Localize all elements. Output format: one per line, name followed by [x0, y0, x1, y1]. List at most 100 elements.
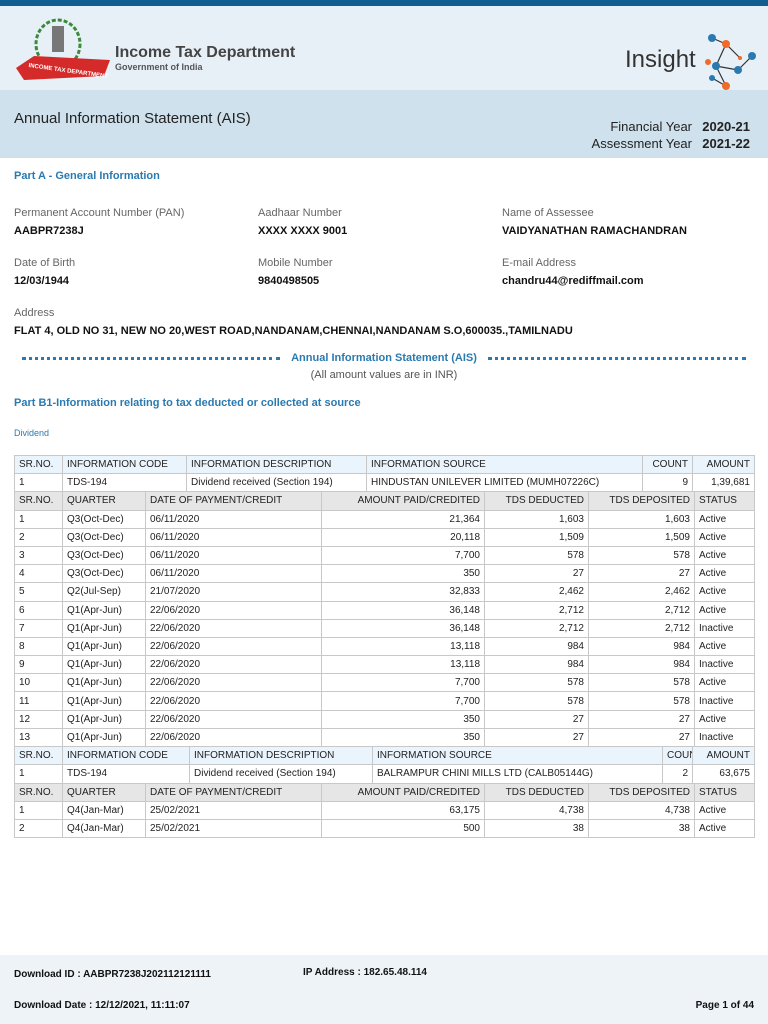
table-cell: 06/11/2020 — [145, 564, 322, 584]
table-header-row: SR.NO. QUARTER DATE OF PAYMENT/CREDIT AMOUN… — [14, 782, 755, 802]
table-row: 12 Q1(Apr-Jun) 22/06/2020 350 27 27 Active — [14, 709, 755, 729]
table-cell: 4 — [14, 564, 63, 584]
table-cell: 578 — [484, 545, 589, 566]
table-row: 1 TDS-194 Dividend received (Section 194) H… — [14, 473, 755, 493]
table-cell: AMOUNT — [692, 746, 755, 766]
table-cell: Active — [694, 545, 755, 566]
table-cell: DATE OF PAYMENT/CREDIT — [145, 782, 322, 802]
table-cell: TDS DEDUCTED — [484, 491, 589, 511]
table-cell: STATUS — [694, 491, 755, 511]
ay-value: 2021-22 — [702, 136, 750, 151]
table-cell: 578 — [484, 691, 589, 711]
address-value: FLAT 4, OLD NO 31, NEW NO 20,WEST ROAD,N… — [14, 325, 573, 337]
financial-year: Financial Year 2020-21 — [610, 119, 750, 134]
table-cell: 578 — [588, 691, 695, 711]
table-cell: Q1(Apr-Jun) — [62, 673, 146, 693]
table-cell: 578 — [484, 673, 589, 693]
table-cell: 2,712 — [484, 600, 589, 620]
divider-subtitle: (All amount values are in INR) — [310, 369, 458, 381]
table-cell: DATE OF PAYMENT/CREDIT — [145, 491, 322, 511]
table-cell: Q1(Apr-Jun) — [62, 709, 146, 729]
table-cell: 7,700 — [321, 673, 485, 693]
table-cell: Q1(Apr-Jun) — [62, 618, 146, 638]
table-row: 1 TDS-194 Dividend received (Section 194) B… — [14, 764, 755, 784]
table-cell: AMOUNT — [692, 454, 755, 475]
table-cell: 8 — [14, 636, 63, 657]
table-cell: 38 — [484, 818, 589, 839]
pan-value: AABPR7238J — [14, 225, 84, 237]
table-cell: Active — [694, 709, 755, 729]
mobile-label: Mobile Number — [258, 257, 333, 269]
table-cell: Inactive — [694, 618, 755, 638]
table-cell: 9 — [14, 655, 63, 675]
ip-address: IP Address : 182.65.48.114 — [303, 967, 427, 978]
table-cell: COUNT — [642, 454, 693, 475]
table-cell: QUARTER — [62, 491, 146, 511]
table-cell: INFORMATION DESCRIPTION — [186, 454, 367, 475]
table-cell: 22/06/2020 — [145, 618, 322, 638]
table-cell: 27 — [588, 709, 695, 729]
table-cell: 1,39,681 — [692, 473, 755, 493]
table-cell: 1 — [14, 509, 63, 529]
table-cell: 984 — [484, 636, 589, 657]
address-label: Address — [14, 307, 55, 319]
email-label: E-mail Address — [502, 257, 576, 269]
table-cell: 38 — [588, 818, 695, 839]
table-header-row: SR.NO. INFORMATION CODE INFORMATION DESCRI… — [14, 746, 755, 766]
table-cell: 1,509 — [588, 527, 695, 547]
table-cell: 36,148 — [321, 600, 485, 620]
table-cell: Active — [694, 564, 755, 584]
table-cell: 12 — [14, 709, 63, 729]
department-name: Income Tax Department — [115, 44, 296, 61]
table-cell: TDS-194 — [62, 764, 190, 784]
table-cell: 350 — [321, 709, 485, 729]
table-cell: 9 — [642, 473, 693, 493]
download-id: Download ID : AABPR7238J202112121111 — [14, 969, 211, 980]
table-cell: 3 — [14, 545, 63, 566]
table-cell: Active — [694, 582, 755, 602]
part-b1-title: Part B1-Information relating to tax dedu… — [14, 397, 361, 409]
table-cell: 36,148 — [321, 618, 485, 638]
dob-value: 12/03/1944 — [14, 275, 70, 287]
table-row: 8 Q1(Apr-Jun) 22/06/2020 13,118 984 984 Active — [14, 636, 755, 657]
table-cell: 2,462 — [484, 582, 589, 602]
table-row: 6 Q1(Apr-Jun) 22/06/2020 36,148 2,712 2,712 Ac… — [14, 600, 755, 620]
table-cell: 11 — [14, 691, 63, 711]
table-cell: 22/06/2020 — [145, 691, 322, 711]
insight-logo-text: Insight — [625, 46, 696, 73]
table-cell: Active — [694, 800, 755, 820]
table-cell: 1 — [14, 473, 63, 493]
table-cell: 27 — [588, 564, 695, 584]
table-cell: 2 — [14, 527, 63, 547]
table-cell: 22/06/2020 — [145, 636, 322, 657]
table-cell: INFORMATION SOURCE — [372, 746, 663, 766]
table-cell: SR.NO. — [14, 746, 63, 766]
email-value: chandru44@rediffmail.com — [502, 275, 644, 287]
name-value: VAIDYANATHAN RAMACHANDRAN — [502, 225, 687, 237]
table-cell: 578 — [588, 545, 695, 566]
table-row: 1 Q4(Jan-Mar) 25/02/2021 63,175 4,738 4,738 Ac… — [14, 800, 755, 820]
dob-label: Date of Birth — [14, 257, 76, 269]
table-cell: Inactive — [694, 727, 755, 748]
insight-network-icon — [705, 34, 756, 90]
table-cell: STATUS — [694, 782, 755, 802]
table-cell: Active — [694, 527, 755, 547]
table-cell: 1 — [14, 764, 63, 784]
table-cell: 21,364 — [321, 509, 485, 529]
table-cell: Q1(Apr-Jun) — [62, 636, 146, 657]
table-cell: 27 — [588, 727, 695, 748]
table-cell: 21/07/2020 — [145, 582, 322, 602]
table-cell: INFORMATION DESCRIPTION — [189, 746, 373, 766]
table-cell: 06/11/2020 — [145, 509, 322, 529]
table-cell: 27 — [484, 727, 589, 748]
table-cell: INFORMATION CODE — [62, 454, 187, 475]
table-cell: AMOUNT PAID/CREDITED — [321, 782, 485, 802]
table-cell: 4,738 — [588, 800, 695, 820]
table-cell: 6 — [14, 600, 63, 620]
table-cell: 13,118 — [321, 636, 485, 657]
table-cell: 25/02/2021 — [145, 800, 322, 820]
table-cell: 22/06/2020 — [145, 709, 322, 729]
table-cell: 1,603 — [484, 509, 589, 529]
ay-label: Assessment Year — [591, 136, 692, 151]
table-cell: 22/06/2020 — [145, 673, 322, 693]
